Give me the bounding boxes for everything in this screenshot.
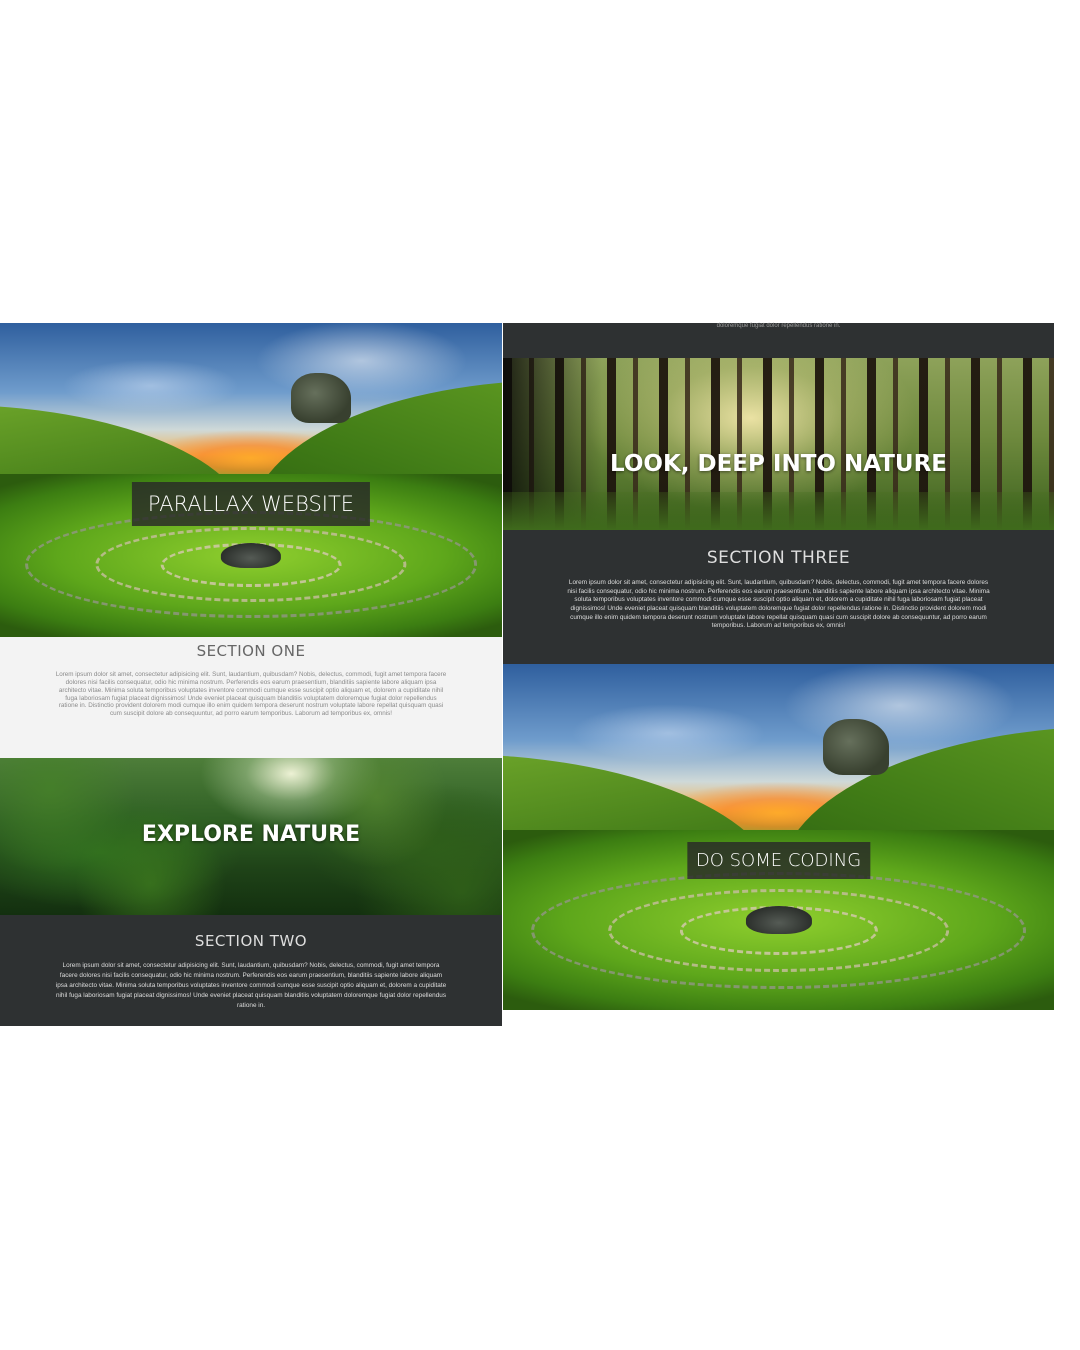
fragment-text: doloremque fugiat dolor repellendus rati… (716, 323, 841, 329)
hero-do-some-coding: DO SOME CODING (503, 664, 1054, 1010)
section-one: SECTION ONE Lorem ipsum dolor sit amet, … (0, 637, 502, 758)
section-two: SECTION TWO Lorem ipsum dolor sit amet, … (0, 915, 502, 1026)
hero-title: PARALLAX WEBSITE (131, 482, 371, 526)
section-two-heading: SECTION TWO (194, 932, 308, 950)
banner-title: EXPLORE NATURE (141, 822, 361, 847)
section-three-heading: SECTION THREE (706, 548, 851, 568)
banner-explore-nature: EXPLORE NATURE (0, 758, 502, 915)
section-two-body: Lorem ipsum dolor sit amet, consectetur … (55, 962, 447, 1009)
section-one-body: Lorem ipsum dolor sit amet, consectetur … (55, 671, 447, 718)
hero-parallax-website: PARALLAX WEBSITE (0, 323, 502, 637)
previous-section-fragment: doloremque fugiat dolor repellendus rati… (503, 323, 1054, 358)
valley-background-image (503, 664, 1054, 1010)
section-one-heading: SECTION ONE (196, 642, 306, 660)
hero-title: DO SOME CODING (686, 842, 871, 879)
banner-look-deep-into-nature: LOOK, DEEP INTO NATURE (503, 358, 1054, 530)
banner-title: LOOK, DEEP INTO NATURE (610, 451, 947, 477)
section-three-body: Lorem ipsum dolor sit amet, consectetur … (567, 579, 990, 630)
forest-background-image (503, 358, 1054, 530)
valley-background-image (0, 323, 502, 637)
section-three: SECTION THREE Lorem ipsum dolor sit amet… (503, 530, 1054, 664)
